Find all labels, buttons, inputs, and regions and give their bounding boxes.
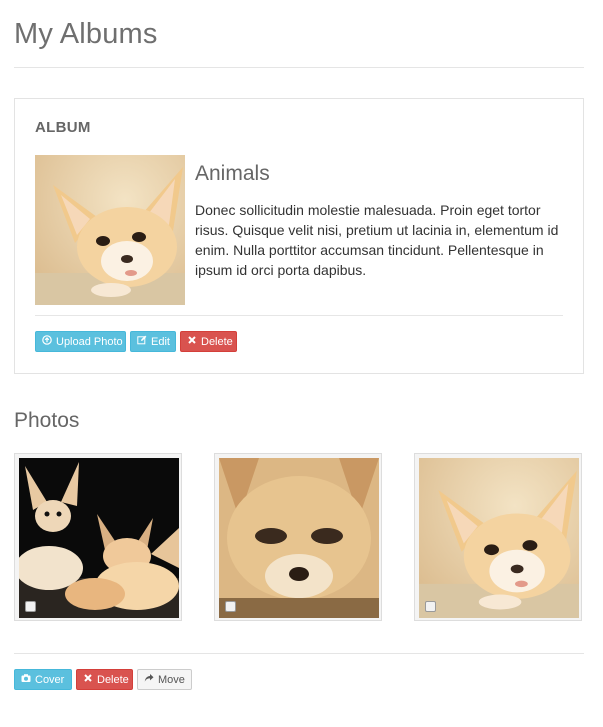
camera-icon [21, 673, 31, 686]
photo-select-checkbox[interactable] [225, 601, 236, 612]
move-photos-label: Move [158, 673, 185, 686]
photos-section-title: Photos [14, 409, 80, 432]
photo-card[interactable] [14, 453, 182, 621]
album-panel-heading: ALBUM [35, 119, 91, 136]
set-cover-label: Cover [35, 673, 65, 686]
edit-album-label: Edit [151, 335, 170, 348]
header-divider [14, 67, 584, 68]
photo-image [219, 458, 379, 618]
delete-photos-label: Delete [97, 673, 129, 686]
move-photos-button[interactable]: Move [137, 669, 192, 690]
photos-divider [14, 653, 584, 654]
circle-arrow-up-icon [42, 335, 52, 348]
set-cover-button[interactable]: Cover [14, 669, 72, 690]
delete-album-button[interactable]: Delete [180, 331, 237, 352]
x-icon [83, 673, 93, 686]
photo-select-checkbox[interactable] [25, 601, 36, 612]
share-arrow-icon [144, 673, 154, 686]
album-cover-image [35, 155, 185, 305]
photo-image [419, 458, 579, 618]
photo-card[interactable] [214, 453, 382, 621]
photo-select-checkbox[interactable] [425, 601, 436, 612]
album-panel: ALBUM Animals Donec sollicitudin molesti… [14, 98, 584, 374]
upload-photo-button[interactable]: Upload Photo [35, 331, 126, 352]
x-icon [187, 335, 197, 348]
photo-image [19, 458, 179, 618]
edit-album-button[interactable]: Edit [130, 331, 176, 352]
pencil-square-icon [137, 335, 147, 348]
delete-photos-button[interactable]: Delete [76, 669, 133, 690]
delete-album-label: Delete [201, 335, 233, 348]
album-name: Animals [195, 162, 270, 185]
page-title: My Albums [14, 18, 158, 50]
upload-photo-label: Upload Photo [56, 335, 123, 348]
album-description: Donec sollicitudin molestie malesuada. P… [195, 202, 559, 278]
photo-card[interactable] [414, 453, 582, 621]
album-panel-divider [35, 315, 563, 316]
